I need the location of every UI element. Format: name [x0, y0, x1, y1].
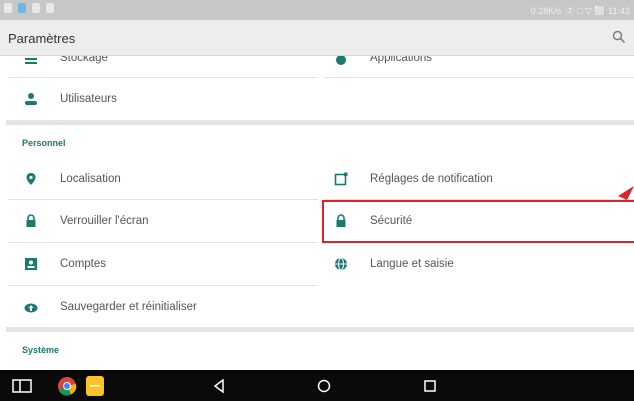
- person-icon: [24, 92, 38, 106]
- toolbar-overlay: Paramètres: [0, 20, 634, 56]
- home-icon[interactable]: [317, 379, 331, 393]
- settings-item-comptes[interactable]: Comptes: [0, 243, 320, 285]
- page-title-overlay: Paramètres: [8, 31, 76, 46]
- notification-settings-icon: [334, 172, 348, 186]
- settings-item-localisation[interactable]: Localisation: [0, 158, 320, 200]
- section-title-personnel: Personnel: [22, 138, 66, 148]
- lock-icon: [24, 214, 38, 228]
- status-text: 0.28K/s Ⓩ □ ▽ ⬜ 11:43: [530, 6, 630, 16]
- shield-icon: [46, 3, 54, 13]
- section-title-systeme: Système: [22, 345, 60, 355]
- globe-icon: [334, 257, 348, 271]
- highlight-box: [322, 200, 634, 243]
- settings-item-label: Localisation: [60, 173, 121, 185]
- navigation-bar: [0, 370, 634, 401]
- location-pin-icon: [24, 172, 38, 186]
- status-bar: 0.28K/s Ⓩ □ ▽ ⬜ 11:43: [0, 0, 634, 20]
- section-separator: [6, 120, 634, 125]
- settings-item-label: Utilisateurs: [60, 93, 117, 105]
- download-icon: [32, 3, 40, 13]
- settings-item-langue[interactable]: Langue et saisie: [310, 243, 630, 285]
- pointer-arrow-icon: [618, 186, 634, 200]
- notes-app-icon[interactable]: [86, 376, 104, 396]
- settings-item-label: Comptes: [60, 258, 107, 270]
- settings-item-label: Sauvegarder et réinitialiser: [60, 301, 197, 313]
- settings-item-label: Réglages de notification: [370, 173, 493, 185]
- search-icon-overlay[interactable]: [612, 30, 626, 44]
- status-right-info: 0.28K/s Ⓩ □ ▽ ⬜ 11:43: [531, 4, 630, 17]
- back-icon[interactable]: [213, 379, 225, 393]
- divider: [324, 77, 634, 78]
- chrome-icon[interactable]: [57, 376, 77, 396]
- cloud-upload-icon: [24, 300, 38, 314]
- status-left-icons: [4, 3, 54, 13]
- settings-item-sauvegarder[interactable]: Sauvegarder et réinitialiser: [0, 286, 320, 328]
- user-icon: [18, 3, 26, 13]
- section-separator: [6, 327, 634, 332]
- settings-item-utilisateurs[interactable]: Utilisateurs: [0, 78, 320, 120]
- notification-icon: [4, 3, 12, 13]
- settings-item-label: Langue et saisie: [370, 258, 454, 270]
- settings-item-notifications[interactable]: Réglages de notification: [310, 158, 630, 200]
- settings-item-verrouiller[interactable]: Verrouiller l'écran: [0, 200, 320, 242]
- multiwindow-icon[interactable]: [12, 379, 32, 393]
- account-icon: [24, 257, 38, 271]
- recents-icon[interactable]: [423, 379, 437, 393]
- settings-item-label: Verrouiller l'écran: [60, 215, 149, 227]
